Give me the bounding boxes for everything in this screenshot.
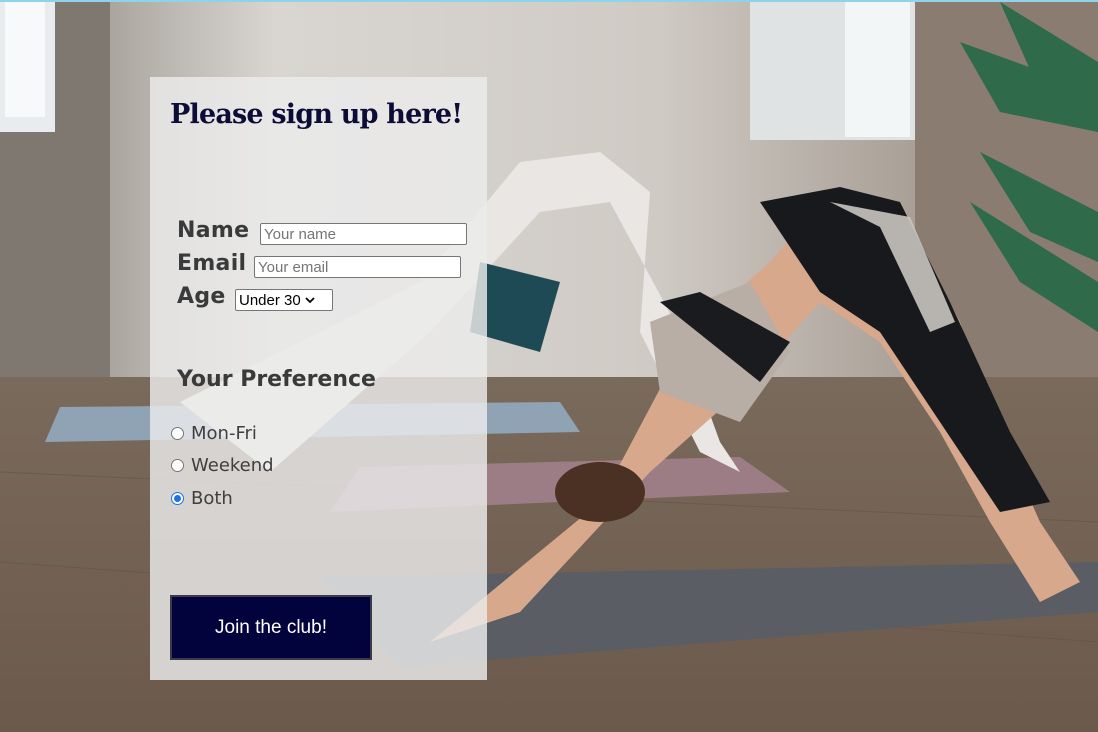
signup-form-panel: Please sign up here! Name Email Age Unde… bbox=[150, 77, 487, 680]
radio-weekend[interactable] bbox=[171, 459, 184, 472]
email-label: Email bbox=[177, 251, 247, 276]
top-accent-line bbox=[0, 0, 1098, 2]
radio-both[interactable] bbox=[171, 492, 184, 505]
preference-option-both[interactable]: Both bbox=[171, 488, 233, 509]
email-input[interactable] bbox=[254, 256, 461, 278]
name-label: Name bbox=[177, 218, 250, 243]
age-select-value: Under 30 bbox=[239, 291, 301, 309]
radio-label: Both bbox=[191, 488, 233, 509]
preference-option-mon-fri[interactable]: Mon-Fri bbox=[171, 423, 257, 444]
preference-option-weekend[interactable]: Weekend bbox=[171, 455, 274, 476]
radio-label: Weekend bbox=[191, 455, 274, 476]
radio-label: Mon-Fri bbox=[191, 423, 257, 444]
join-club-button[interactable]: Join the club! bbox=[170, 595, 372, 660]
chevron-down-icon bbox=[305, 297, 315, 304]
radio-mon-fri[interactable] bbox=[171, 427, 184, 440]
name-input[interactable] bbox=[260, 223, 467, 245]
preference-heading: Your Preference bbox=[177, 367, 376, 392]
age-label: Age bbox=[177, 284, 226, 309]
age-select[interactable]: Under 30 bbox=[235, 289, 333, 311]
form-title: Please sign up here! bbox=[170, 99, 463, 130]
